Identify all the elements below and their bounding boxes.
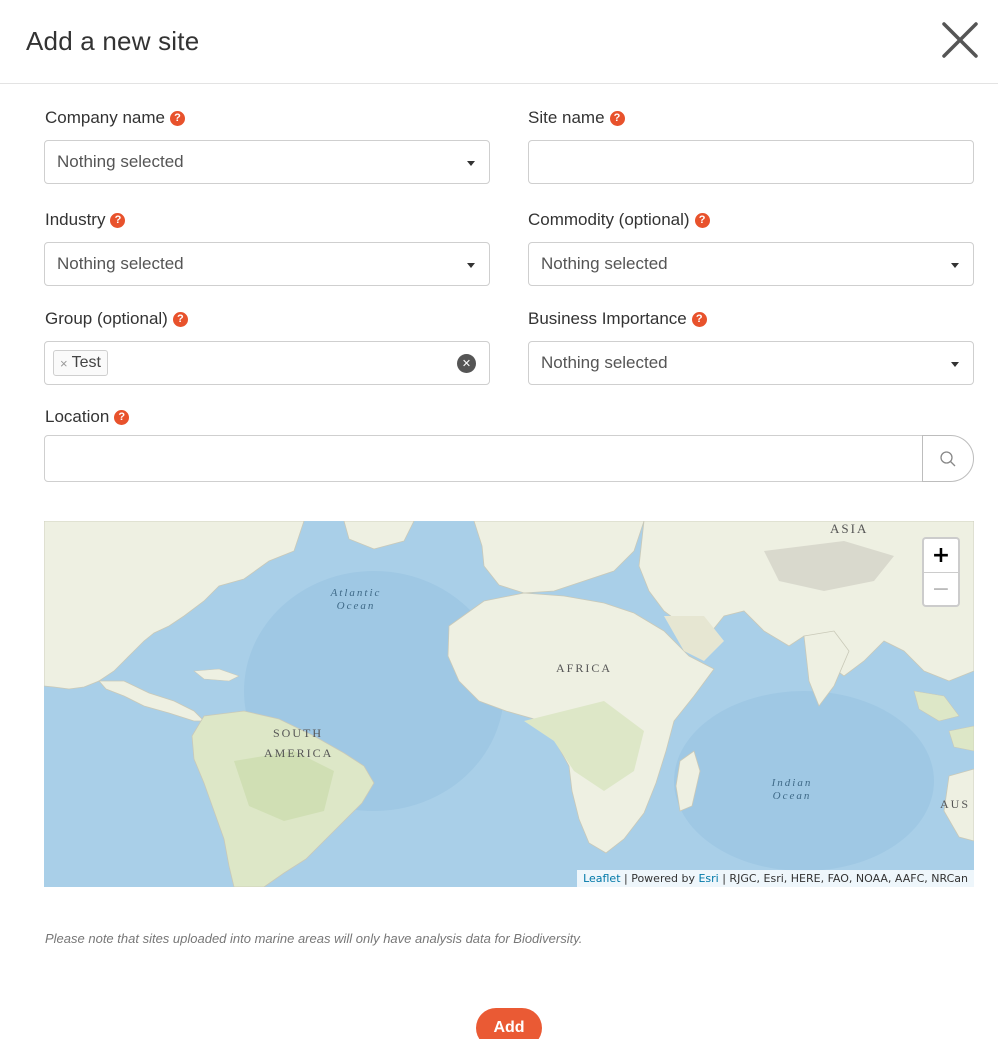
business-importance-label-text: Business Importance (528, 309, 687, 328)
indian-line-2: Ocean (772, 790, 812, 802)
commodity-value: Nothing selected (541, 254, 668, 273)
map-label-asia: ASIA (830, 521, 869, 536)
company-name-label: Company name ? (45, 108, 186, 128)
map-label-aus: AUS (940, 797, 971, 811)
zoom-control: + − (922, 537, 960, 607)
help-icon[interactable]: ? (114, 409, 130, 425)
marine-note: Please note that sites uploaded into mar… (45, 931, 583, 946)
tag-remove-icon[interactable]: × (60, 356, 68, 371)
esri-link[interactable]: Esri (698, 872, 718, 885)
group-label-text: Group (optional) (45, 309, 168, 328)
location-label: Location ? (45, 407, 130, 427)
clear-icon[interactable]: ✕ (457, 354, 476, 373)
group-tag: × Test (53, 350, 108, 376)
atlantic-line-1: Atlantic (330, 587, 382, 599)
attribution-sep: | Powered by (620, 872, 699, 885)
search-icon (940, 450, 956, 466)
map[interactable]: ASIA AFRICA SOUTH AMERICA AUS Atlantic O… (44, 521, 974, 887)
map-attribution: Leaflet | Powered by Esri | RJGC, Esri, … (577, 870, 974, 887)
commodity-select[interactable]: Nothing selected (528, 242, 974, 286)
map-label-atlantic: Atlantic Ocean (321, 587, 391, 613)
industry-value: Nothing selected (57, 254, 184, 273)
map-label-indian: Indian Ocean (757, 777, 827, 803)
indian-line-1: Indian (771, 777, 813, 789)
company-name-select[interactable]: Nothing selected (44, 140, 490, 184)
help-icon[interactable]: ? (172, 311, 188, 327)
industry-select[interactable]: Nothing selected (44, 242, 490, 286)
zoom-out-button[interactable]: − (924, 572, 958, 605)
atlantic-line-2: Ocean (336, 600, 376, 612)
commodity-label-text: Commodity (optional) (528, 210, 690, 229)
company-name-label-text: Company name (45, 108, 166, 127)
modal-title: Add a new site (26, 26, 200, 56)
business-importance-value: Nothing selected (541, 353, 668, 372)
industry-label: Industry ? (45, 210, 126, 230)
help-icon[interactable]: ? (110, 212, 126, 228)
zoom-in-button[interactable]: + (924, 539, 958, 572)
help-icon[interactable]: ? (170, 110, 186, 126)
close-icon[interactable] (938, 18, 982, 62)
business-importance-select[interactable]: Nothing selected (528, 341, 974, 385)
location-search-input[interactable] (44, 435, 924, 482)
business-importance-label: Business Importance ? (528, 309, 707, 329)
search-button[interactable] (922, 435, 974, 482)
caret-down-icon (467, 263, 475, 268)
caret-down-icon (467, 161, 475, 166)
commodity-label: Commodity (optional) ? (528, 210, 710, 230)
leaflet-link[interactable]: Leaflet (583, 872, 620, 885)
company-name-value: Nothing selected (57, 152, 184, 171)
help-icon[interactable]: ? (694, 212, 710, 228)
map-label-south: SOUTH (273, 726, 324, 740)
group-label: Group (optional) ? (45, 309, 188, 329)
caret-down-icon (951, 263, 959, 268)
map-label-africa: AFRICA (556, 661, 613, 675)
site-name-label: Site name ? (528, 108, 625, 128)
site-name-label-text: Site name (528, 108, 605, 127)
location-label-text: Location (45, 407, 110, 426)
world-map (44, 521, 974, 887)
map-label-america: AMERICA (264, 746, 334, 760)
attribution-sources: | RJGC, Esri, HERE, FAO, NOAA, AAFC, NRC… (718, 872, 968, 885)
industry-label-text: Industry (45, 210, 106, 229)
modal-header: Add a new site (0, 0, 998, 84)
add-button[interactable]: Add (476, 1008, 542, 1039)
help-icon[interactable]: ? (609, 110, 625, 126)
group-tag-label: Test (71, 354, 101, 371)
group-multiselect[interactable]: × Test ✕ (44, 341, 490, 385)
site-name-input[interactable] (528, 140, 974, 184)
help-icon[interactable]: ? (691, 311, 707, 327)
caret-down-icon (951, 362, 959, 367)
